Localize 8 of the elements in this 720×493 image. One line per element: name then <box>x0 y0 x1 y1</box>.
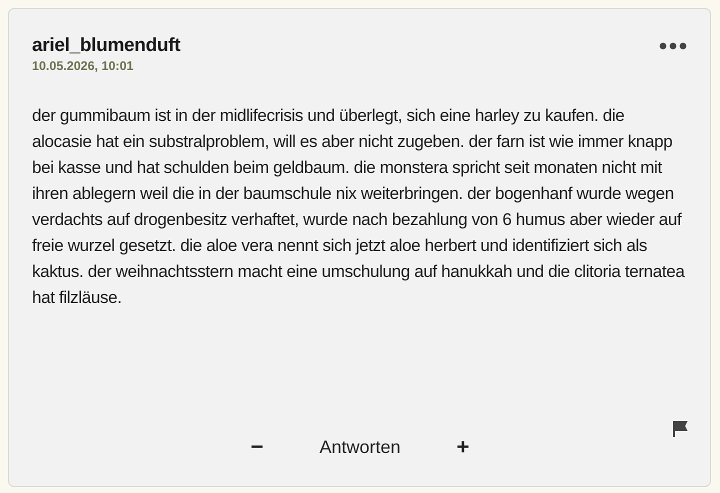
flag-icon[interactable] <box>672 420 688 438</box>
author-name: ariel_blumenduft <box>32 35 180 57</box>
comment-text: der gummibaum ist in der midlifecrisis und überlegt, sich eine harley zu kaufen. die alocasie hat ein substralproblem, will es aber nicht zugeben. der farn ist wie immer knapp bei kasse und hat schulden beim geldbaum. die monstera spricht seit monaten nicht mit ihren ablegern weil die in der baumschule nix weiterbringen. der bogenhanf wurde wegen verdachts auf drogenbesitz verhaftet, wurde nach bezahlung von 6 humus aber wieder auf freie wurzel gesetzt. die aloe vera nennt sich jetzt aloe herbert und identifiziert sich als kaktus. der weihnachtsstern macht eine umschulung auf hanukkah und die clitoria ternatea hat filzläuse. <box>32 105 686 309</box>
more-options-icon[interactable] <box>658 41 688 51</box>
expand-button[interactable]: + <box>452 434 474 460</box>
reply-button[interactable]: Antworten <box>315 436 405 458</box>
collapse-button[interactable]: − <box>246 434 268 460</box>
timestamp: 10.05.2026, 10:01 <box>32 59 134 73</box>
